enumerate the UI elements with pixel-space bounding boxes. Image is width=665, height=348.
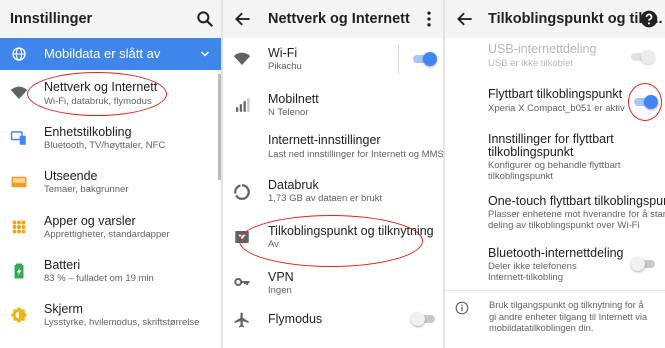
display-icon <box>10 173 28 191</box>
item-title: Tilkoblingspunkt og tilknytning <box>268 224 434 238</box>
item-title: One-touch flyttbart tilkoblingspunkt <box>488 194 665 208</box>
network-item-airplane[interactable]: Flymodus <box>223 308 443 334</box>
globe-icon <box>11 46 27 62</box>
item-subtitle: N Telenor <box>268 107 309 118</box>
item-title: Databruk <box>268 178 319 192</box>
hotspot-app-bar: Tilkoblingspunkt og tilk... <box>445 0 665 38</box>
bluetooth-tethering-toggle[interactable] <box>631 257 657 271</box>
vpn-key-icon <box>233 273 251 291</box>
usb-tethering-toggle[interactable] <box>629 50 655 64</box>
hotspot-item-bluetooth[interactable]: Bluetooth-internettdeling Deler ikke tel… <box>445 246 665 284</box>
page-title: Tilkoblingspunkt og tilk... <box>488 11 663 27</box>
item-title: Skjerm <box>44 302 83 316</box>
item-subtitle: 83 % – fulladet om 19 min <box>44 273 154 284</box>
banner-label: Mobildata er slått av <box>44 46 161 61</box>
item-subtitle-line: Konfigurer og behandle flyttbart <box>488 160 621 171</box>
chevron-down-icon[interactable] <box>199 48 211 60</box>
network-item-data-usage[interactable]: Databruk 1,73 GB av dataen er brukt <box>223 176 443 212</box>
item-title: Apper og varsler <box>44 214 136 228</box>
brightness-icon <box>10 306 28 324</box>
hotspot-item-portable[interactable]: Flyttbart tilkoblingspunkt Xperia X Comp… <box>445 87 665 119</box>
battery-icon <box>10 262 28 280</box>
item-subtitle: Lysstyrke, hvilemodus, skriftstørrelse <box>44 317 200 328</box>
hotspot-item-usb[interactable]: USB-internettdeling USB er ikke tilkoble… <box>445 42 665 74</box>
settings-item-battery[interactable]: Batteri 83 % – fulladet om 19 min <box>0 256 221 292</box>
item-subtitle: Ingen <box>268 285 292 296</box>
help-icon[interactable] <box>639 9 659 29</box>
info-icon <box>455 301 469 315</box>
signal-icon <box>233 96 251 114</box>
settings-app-bar: Innstillinger <box>0 0 221 38</box>
settings-item-display[interactable]: Skjerm Lysstyrke, hvilemodus, skriftstør… <box>0 300 221 336</box>
item-subtitle: Last ned innstillinger for Internett og … <box>268 149 443 160</box>
network-item-hotspot[interactable]: Tilkoblingspunkt og tilknytning Av <box>223 222 443 258</box>
page-title: Nettverk og Internett <box>268 11 410 27</box>
apps-icon <box>10 218 28 236</box>
item-title: VPN <box>268 270 294 284</box>
item-subtitle: Xperia X Compact_b051 er aktiv <box>488 103 625 114</box>
item-title-line: Innstillinger for flyttbart <box>488 132 614 146</box>
airplane-toggle[interactable] <box>411 312 437 326</box>
item-subtitle: 1,73 GB av dataen er brukt <box>268 193 383 204</box>
back-arrow-icon[interactable] <box>455 9 475 29</box>
item-subtitle-line: Internett-tilkobling <box>488 272 563 283</box>
item-title: Batteri <box>44 258 81 272</box>
more-vert-icon[interactable] <box>419 9 439 29</box>
airplane-icon <box>233 311 251 329</box>
item-subtitle-line: deling av tilkoblingspunkt over Wi-Fi <box>488 220 640 231</box>
settings-item-appearance[interactable]: Utseende Temaer, bakgrunner <box>0 167 221 203</box>
hotspot-item-settings[interactable]: Innstillinger for flyttbart tilkoblingsp… <box>445 132 665 182</box>
item-title: Internett-innstillinger <box>268 133 381 147</box>
item-subtitle: Wi-Fi, databruk, flymodus <box>44 96 152 107</box>
item-title: Mobilnett <box>268 92 319 106</box>
settings-item-connected-devices[interactable]: Enhetstilkobling Bluetooth, TV/høyttaler… <box>0 123 221 159</box>
item-subtitle-line: Plasser enhetene mot hverandre for å sta… <box>488 209 665 220</box>
item-title: Bluetooth-internettdeling <box>488 246 624 260</box>
wifi-toggle[interactable] <box>411 52 437 66</box>
item-subtitle: Bluetooth, TV/høyttaler, NFC <box>44 140 166 151</box>
data-usage-icon <box>233 183 251 201</box>
item-title: Enhetstilkobling <box>44 125 132 139</box>
toggle-divider <box>398 44 399 74</box>
hotspot-info-text: Bruk tilgangspunkt og tilknytning for å … <box>489 300 661 335</box>
search-icon[interactable] <box>195 9 215 29</box>
item-subtitle: Av <box>268 239 279 250</box>
settings-panel: Innstillinger Mobildata er slått av Nett… <box>0 0 221 348</box>
info-line: gi andre enheter tilgang til Internett v… <box>489 311 648 322</box>
info-line: mobildatatilkoblingen din. <box>489 323 594 333</box>
item-title-line: tilkoblingspunkt <box>488 145 574 159</box>
section-divider <box>445 290 665 291</box>
network-app-bar: Nettverk og Internett <box>223 0 443 38</box>
portable-hotspot-toggle[interactable] <box>632 95 658 109</box>
item-subtitle: Temaer, bakgrunner <box>44 184 129 195</box>
item-subtitle-line: tilkoblingspunkt <box>488 171 553 182</box>
settings-item-network[interactable]: Nettverk og Internett Wi-Fi, databruk, f… <box>0 78 221 114</box>
item-title: USB-internettdeling <box>488 42 597 56</box>
wifi-icon <box>233 50 251 68</box>
item-title: Utseende <box>44 169 98 183</box>
item-subtitle: Pikachu <box>268 61 302 72</box>
back-arrow-icon[interactable] <box>233 9 253 29</box>
wifi-icon <box>10 84 28 102</box>
item-title: Flymodus <box>268 312 323 326</box>
hotspot-item-one-touch[interactable]: One-touch flyttbart tilkoblingspunkt Pla… <box>445 194 665 232</box>
network-item-wifi[interactable]: Wi-Fi Pikachu <box>223 44 443 80</box>
mobile-data-banner[interactable]: Mobildata er slått av <box>0 38 221 70</box>
hotspot-icon <box>233 228 251 246</box>
hotspot-panel: Tilkoblingspunkt og tilk... USB-internet… <box>445 0 665 348</box>
item-title: Nettverk og Internett <box>44 80 158 94</box>
info-line: Bruk tilgangspunkt og tilknytning for å <box>489 300 644 310</box>
item-title: Wi-Fi <box>268 46 298 60</box>
item-subtitle-line: Deler ikke telefonens <box>488 261 577 272</box>
item-subtitle: USB er ikke tilkoblet <box>488 58 574 69</box>
item-title: Flyttbart tilkoblingspunkt <box>488 87 623 101</box>
devices-icon <box>10 129 28 147</box>
network-item-internet-settings[interactable]: Internett-innstillinger Last ned innstil… <box>223 131 443 167</box>
page-title: Innstillinger <box>10 11 93 27</box>
item-subtitle: Apprettigheter, standardapper <box>44 229 170 240</box>
network-panel: Nettverk og Internett Wi-Fi Pikachu Mobi… <box>223 0 443 348</box>
settings-item-apps[interactable]: Apper og varsler Apprettigheter, standar… <box>0 212 221 248</box>
network-item-mobile[interactable]: Mobilnett N Telenor <box>223 90 443 126</box>
network-item-vpn[interactable]: VPN Ingen <box>223 268 443 304</box>
